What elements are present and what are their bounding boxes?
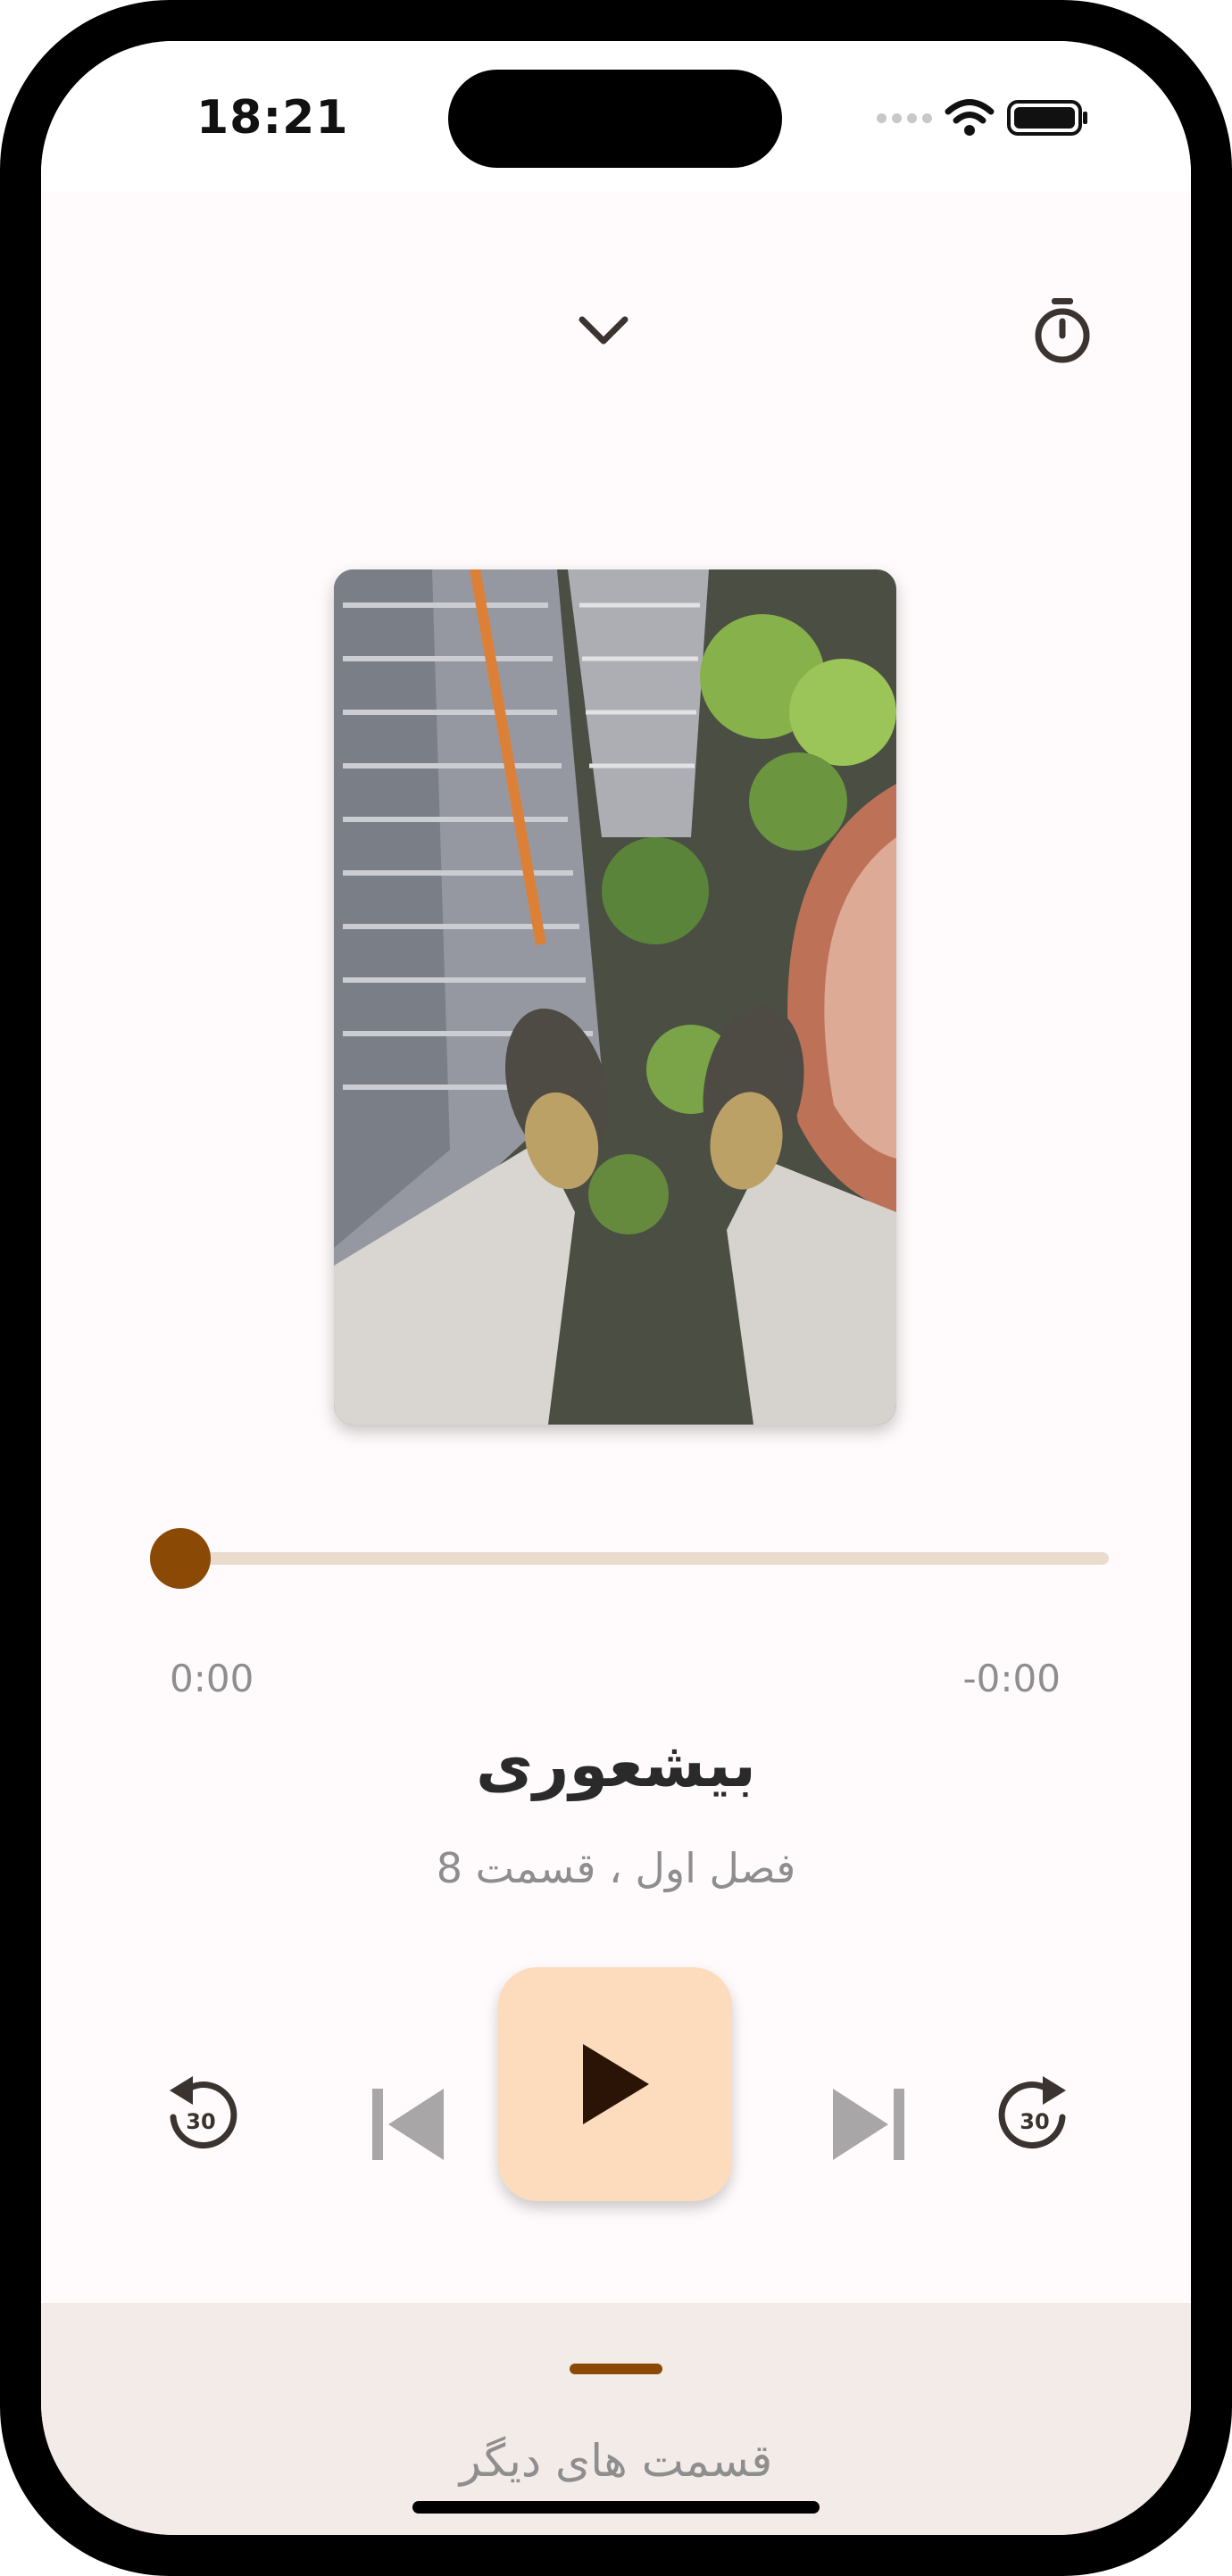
forward-seconds-label: 30 (1020, 2109, 1049, 2134)
other-episodes-label[interactable]: قسمت های دیگر (41, 2435, 1191, 2487)
status-icons (877, 91, 1089, 145)
other-episodes-sheet[interactable]: قسمت های دیگر (41, 2303, 1191, 2535)
forward-30-button[interactable]: 30 (993, 2069, 1078, 2155)
rewind-30-button[interactable]: 30 (157, 2069, 243, 2155)
play-button[interactable] (498, 1967, 732, 2201)
previous-button[interactable] (359, 2082, 457, 2167)
episode-subtitle: فصل اول ، قسمت 8 (436, 1844, 796, 1892)
cover-art (334, 569, 896, 1425)
episode-title: بیشعوری (476, 1728, 756, 1801)
forward-30-icon: 30 (998, 2076, 1066, 2148)
wifi-icon (945, 99, 995, 136)
elapsed-time: 0:00 (170, 1657, 254, 1700)
player-screen: 18:21 0:00 -0:00 بیشعوری فصل اول ، قسمت … (41, 41, 1191, 2535)
battery-icon (1007, 100, 1087, 136)
phone-frame: 18:21 0:00 -0:00 بیشعوری فصل اول ، قسمت … (0, 0, 1232, 2576)
cellular-signal-icon (877, 112, 932, 123)
collapse-button[interactable] (561, 287, 646, 373)
progress-thumb[interactable] (150, 1528, 211, 1589)
dynamic-island (448, 70, 782, 168)
progress-track (150, 1552, 1109, 1565)
skip-next-icon (833, 2089, 904, 2160)
skip-previous-icon (372, 2089, 444, 2160)
next-button[interactable] (820, 2082, 918, 2167)
progress-slider[interactable] (150, 1523, 1109, 1594)
sleep-timer-button[interactable] (1020, 287, 1105, 373)
chevron-down-icon (579, 316, 628, 345)
status-time: 18:21 (196, 91, 349, 145)
rewind-seconds-label: 30 (186, 2109, 215, 2134)
status-bar: 18:21 (41, 41, 1191, 193)
play-icon (583, 2044, 649, 2124)
home-indicator[interactable] (412, 2501, 820, 2514)
rewind-30-icon: 30 (170, 2076, 237, 2148)
stopwatch-icon (1035, 298, 1090, 363)
remaining-time: -0:00 (962, 1657, 1061, 1700)
sheet-drag-handle[interactable] (570, 2364, 662, 2374)
